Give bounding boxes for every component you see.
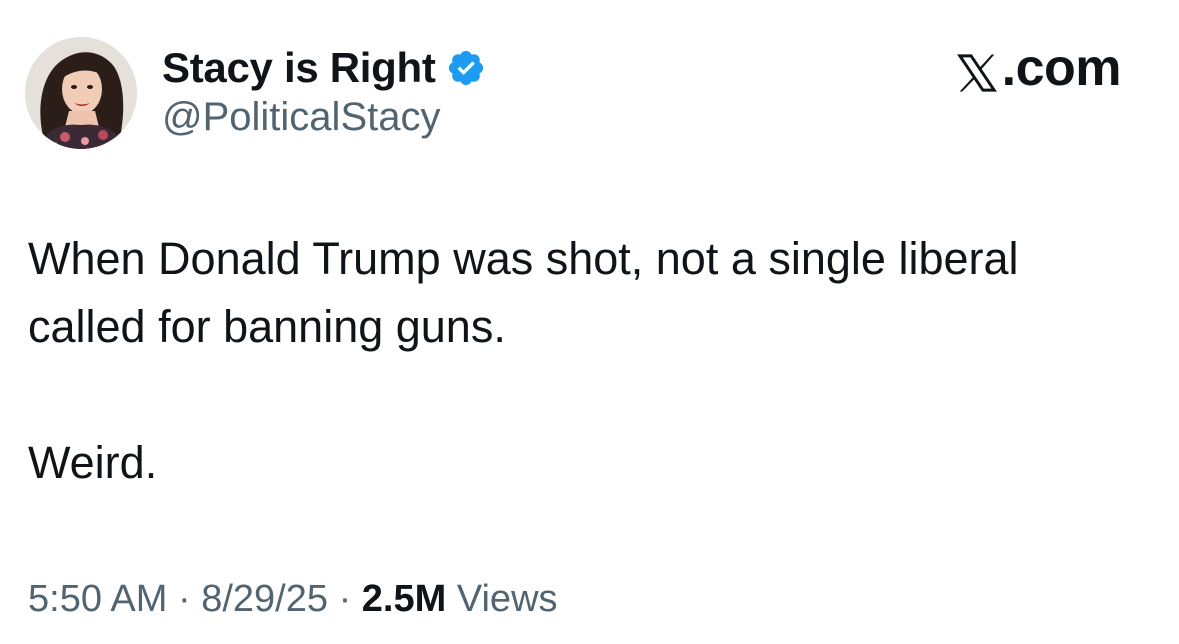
verified-badge-icon xyxy=(446,48,486,88)
meta-separator: · xyxy=(177,578,191,620)
tweet-line: When Donald Trump was shot, not a single… xyxy=(28,233,1019,284)
meta-separator: · xyxy=(338,578,352,620)
views-count[interactable]: 2.5M xyxy=(362,578,446,620)
timestamp-time[interactable]: 5:50 AM xyxy=(28,578,167,620)
timestamp-date[interactable]: 8/29/25 xyxy=(201,578,328,620)
author-handle[interactable]: @PoliticalStacy xyxy=(162,95,440,140)
x-logo-icon xyxy=(955,47,999,92)
author-name-row[interactable]: Stacy is Right xyxy=(162,40,486,96)
avatar[interactable] xyxy=(25,37,137,149)
tweet-text: When Donald Trump was shot, not a single… xyxy=(28,225,1158,497)
views-label: Views xyxy=(456,578,558,620)
tweet-meta: 5:50 AM · 8/29/25 · 2.5M Views xyxy=(28,578,558,621)
display-name[interactable]: Stacy is Right xyxy=(162,44,436,92)
profile-photo-icon xyxy=(25,37,137,149)
brand-suffix: .com xyxy=(1001,39,1122,97)
brand-mark: .com xyxy=(955,38,1122,98)
tweet-closing-line: Weird. xyxy=(28,437,158,488)
tweet-line: called for banning guns. xyxy=(28,301,506,352)
